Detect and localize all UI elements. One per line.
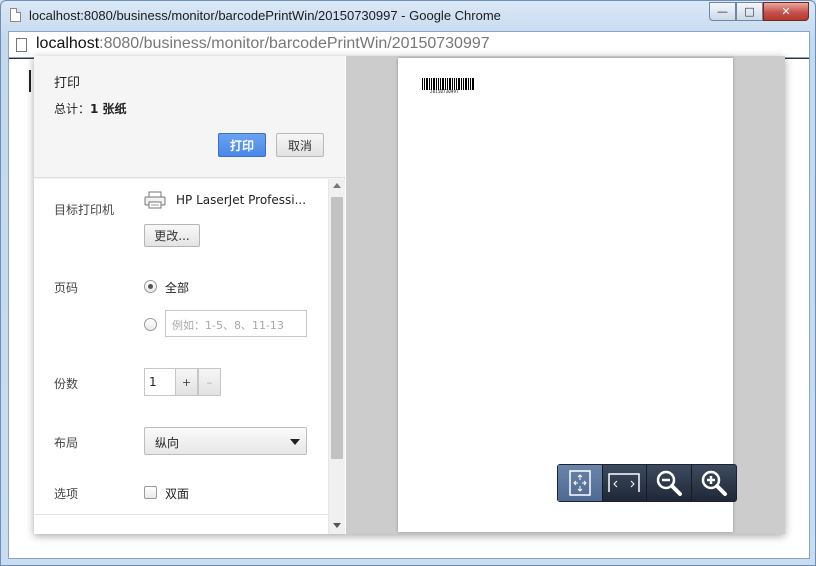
fit-to-page-icon (569, 470, 591, 496)
page-icon (16, 38, 27, 52)
zoom-in-button[interactable] (692, 465, 736, 501)
fit-to-page-button[interactable] (558, 465, 603, 501)
sidebar-footer (34, 515, 328, 534)
background-barcode-fragment (29, 70, 31, 92)
change-printer-button[interactable]: 更改... (144, 224, 200, 247)
url-host: localhost (36, 35, 100, 52)
maximize-button[interactable]: □ (736, 2, 763, 21)
url-path: :8080/business/monitor/barcodePrintWin/2… (99, 35, 490, 52)
window-controls: — □ ✕ (709, 2, 809, 21)
print-header: 打印 总计：1 张纸 打印 取消 (34, 56, 345, 178)
print-preview: 20150730997 (346, 56, 785, 534)
printer-name: HP LaserJet Professi... (176, 193, 307, 207)
pages-all-radio[interactable] (144, 280, 157, 293)
print-button[interactable]: 打印 (218, 133, 266, 157)
preview-page: 20150730997 (398, 58, 733, 532)
chevron-down-icon (290, 439, 300, 445)
cancel-button[interactable]: 取消 (276, 133, 324, 157)
copies-input[interactable]: 1 (144, 368, 176, 396)
copies-label: 份数 (54, 377, 79, 391)
window-title: localhost:8080/business/monitor/barcodeP… (29, 8, 501, 23)
printer-icon (144, 191, 166, 209)
zoom-out-button[interactable] (647, 465, 692, 501)
zoom-out-icon (656, 470, 682, 496)
print-sidebar: 打印 总计：1 张纸 打印 取消 目标打印机 HP LaserJet Profe… (34, 56, 345, 534)
pages-range-input[interactable]: 例如：1-5、8、11-13 (165, 310, 307, 337)
pages-range-radio[interactable] (144, 318, 157, 331)
duplex-checkbox[interactable] (144, 486, 157, 499)
minimize-button[interactable]: — (709, 2, 736, 21)
duplex-label: 双面 (165, 487, 190, 501)
scroll-thumb[interactable] (331, 197, 343, 459)
scroll-up-arrow-icon[interactable] (333, 183, 341, 188)
print-dialog: 打印 总计：1 张纸 打印 取消 目标打印机 HP LaserJet Profe… (34, 56, 785, 534)
title-bar: localhost:8080/business/monitor/barcodeP… (1, 1, 815, 31)
sheet-total-value: 1 张纸 (90, 102, 127, 116)
settings-scrollbar[interactable] (328, 179, 345, 534)
fit-to-width-icon (608, 473, 640, 492)
copies-decrement-button[interactable]: – (198, 368, 221, 396)
zoom-toolbar (557, 464, 737, 502)
destination-label: 目标打印机 (54, 203, 115, 217)
address-bar[interactable]: localhost:8080/business/monitor/barcodeP… (8, 31, 810, 58)
print-title: 打印 (54, 76, 81, 91)
page-icon (10, 8, 21, 22)
close-button[interactable]: ✕ (763, 2, 809, 21)
copies-increment-button[interactable]: + (175, 368, 198, 396)
scroll-down-arrow-icon[interactable] (333, 523, 341, 528)
browser-window: localhost:8080/business/monitor/barcodeP… (0, 0, 816, 566)
barcode-number: 20150730997 (430, 89, 459, 94)
layout-select-value: 纵向 (155, 436, 180, 450)
layout-label: 布局 (54, 436, 79, 450)
pages-all-label: 全部 (165, 281, 190, 295)
options-label: 选项 (54, 487, 79, 501)
print-settings: 目标打印机 HP LaserJet Professi... 更改... 页码 全… (34, 179, 328, 515)
url-text[interactable]: localhost:8080/business/monitor/barcodeP… (36, 35, 490, 53)
fit-to-width-button[interactable] (603, 465, 647, 501)
pages-label: 页码 (54, 281, 79, 295)
layout-select[interactable]: 纵向 (144, 427, 307, 455)
sheet-total: 总计：1 张纸 (54, 100, 127, 117)
sheet-total-label: 总计： (54, 102, 91, 116)
zoom-in-icon (701, 470, 727, 496)
